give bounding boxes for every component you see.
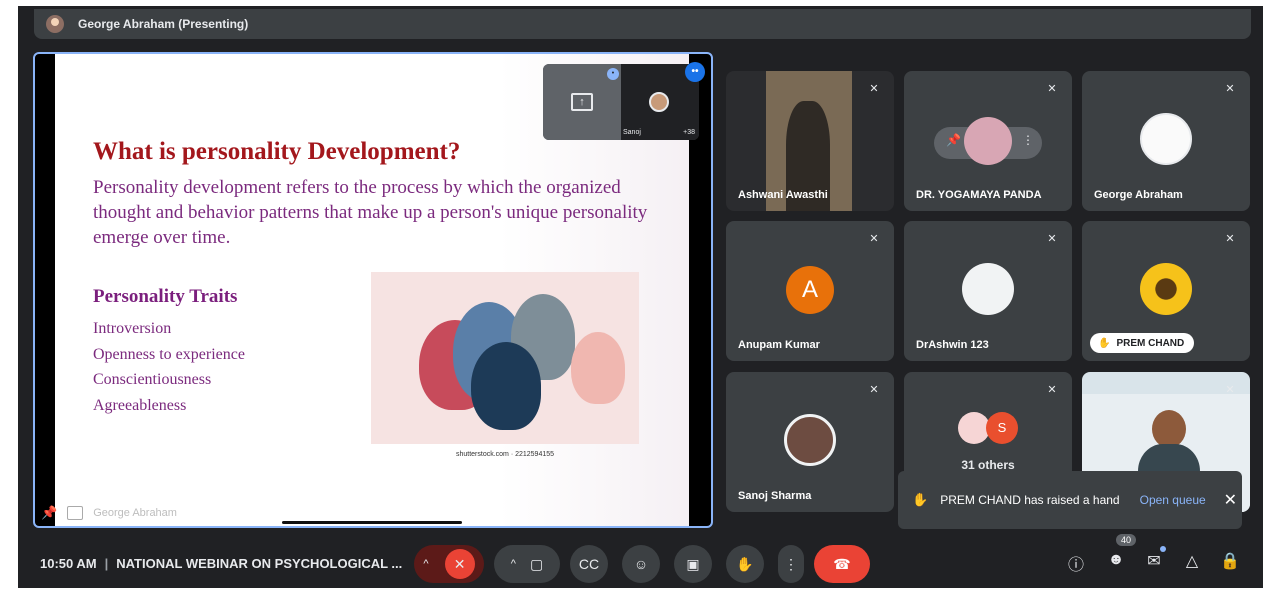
avatar: [964, 117, 1012, 165]
trait-item: Conscientiousness: [93, 371, 212, 388]
presenter-label: George Abraham (Presenting): [78, 17, 249, 31]
end-call-button[interactable]: ☎: [814, 545, 870, 583]
raise-hand-icon: ✋: [912, 492, 929, 507]
avatar: A: [786, 266, 834, 314]
mic-off-icon: ✕: [869, 233, 879, 245]
mic-off-icon: ✕: [1047, 384, 1057, 396]
chevron-up-icon[interactable]: ^: [511, 558, 516, 570]
pin-icon[interactable]: 📌: [946, 133, 961, 147]
clock: 10:50 AM: [40, 556, 97, 571]
toast-message: PREM CHAND has raised a hand: [940, 493, 1120, 507]
participant-name: DR. YOGAMAYA PANDA: [916, 189, 1042, 201]
presenter-bar[interactable]: George Abraham (Presenting): [34, 9, 1251, 39]
mic-off-icon: ✕: [869, 83, 879, 95]
mic-off-icon: ✕: [1225, 384, 1235, 396]
open-queue-link[interactable]: Open queue: [1140, 493, 1206, 507]
mic-off-icon: ✕: [1225, 83, 1235, 95]
slide-intro: Personality development refers to the pr…: [93, 177, 648, 248]
minimize-icon[interactable]: [67, 506, 84, 520]
avatar: [1140, 113, 1192, 165]
self-view-pip[interactable]: ↑ Sanoj +38 •: [543, 64, 699, 140]
participant-tile[interactable]: ✕ Ashwani Awasthi: [726, 71, 894, 211]
image-credit: shutterstock.com · 2212594155: [455, 451, 555, 458]
participant-name: DrAshwin 123: [916, 339, 989, 351]
self-name: Sanoj: [623, 129, 641, 136]
avatar: [1140, 263, 1192, 315]
people-icon[interactable]: ☻: [1104, 551, 1128, 569]
mic-off-icon: ✕: [1047, 83, 1057, 95]
avatar: [784, 414, 836, 466]
slide-title: What is personality Development?: [93, 138, 461, 165]
chevron-up-icon[interactable]: ^: [423, 558, 428, 570]
avatar: [649, 92, 669, 112]
bottom-toolbar: 10:50 AM | NATIONAL WEBINAR ON PSYCHOLOGIC…: [18, 534, 1263, 588]
captions-button[interactable]: CC: [570, 545, 608, 583]
audio-indicator-icon: •: [607, 68, 619, 80]
participant-tile[interactable]: ✕ Sanoj Sharma: [726, 372, 894, 512]
present-icon: ↑: [571, 93, 593, 111]
more-icon: ⋮: [784, 555, 798, 572]
participant-name: Sanoj Sharma: [738, 490, 812, 502]
traits-heading: Personality Traits: [93, 286, 238, 307]
traits-list: Introversion Openness to experience Cons…: [93, 316, 245, 418]
hand-raised-pill: ✋ PREM CHAND: [1090, 333, 1195, 353]
participant-tile[interactable]: 📌 ⋮ ✕ DR. YOGAMAYA PANDA: [904, 71, 1072, 211]
meet-window: George Abraham (Presenting) What is pers…: [18, 6, 1263, 588]
info-icon[interactable]: ⓘ: [1064, 551, 1088, 575]
pin-icon[interactable]: 📌: [41, 505, 57, 521]
notification-dot: [1160, 546, 1166, 552]
captions-icon: CC: [578, 556, 600, 572]
stage-owner: George Abraham: [93, 507, 177, 519]
more-icon[interactable]: ⋮: [1022, 133, 1034, 147]
participant-name: Anupam Kumar: [738, 339, 820, 351]
mic-control[interactable]: ^ ✕: [414, 545, 484, 583]
personality-illustration: shutterstock.com · 2212594155: [371, 272, 639, 458]
participant-count-badge: 40: [1116, 534, 1137, 546]
stage-label: 📌 George Abraham: [35, 500, 295, 526]
presentation-stage[interactable]: What is personality Development? Persona…: [33, 52, 713, 528]
emoji-button[interactable]: ☺: [622, 545, 660, 583]
raise-hand-button[interactable]: ✋: [726, 545, 764, 583]
trait-item: Agreeableness: [93, 396, 187, 414]
trait-item: Introversion: [93, 320, 172, 337]
avatar: [962, 263, 1014, 315]
meeting-info: 10:50 AM | NATIONAL WEBINAR ON PSYCHOLOGIC…: [40, 556, 403, 571]
mic-off-icon: ✕: [1225, 233, 1235, 245]
meeting-title: NATIONAL WEBINAR ON PSYCHOLOGICAL ...: [116, 556, 403, 571]
raise-hand-icon: ✋: [1098, 337, 1111, 349]
others-count: +38: [683, 129, 695, 136]
participant-name: George Abraham: [1094, 189, 1183, 201]
emoji-icon: ☺: [633, 556, 649, 572]
end-call-icon: ☎: [833, 555, 851, 572]
participant-name: Ashwani Awasthi: [738, 189, 828, 201]
trait-item: Openness to experience: [93, 345, 245, 363]
participant-name: PREM CHAND: [1116, 337, 1185, 349]
participant-tile[interactable]: A ✕ Anupam Kumar: [726, 221, 894, 361]
participant-tile[interactable]: ✕ George Abraham: [1082, 71, 1250, 211]
more-options-button[interactable]: ⋮: [778, 545, 804, 583]
mic-off-icon[interactable]: ✕: [444, 549, 475, 579]
close-icon[interactable]: ✕: [1224, 490, 1237, 510]
participant-tile[interactable]: ✕ ✋ PREM CHAND: [1082, 221, 1250, 361]
present-button[interactable]: ▣: [674, 545, 712, 583]
present-icon: ▣: [686, 555, 700, 572]
lock-icon[interactable]: 🔒: [1218, 551, 1242, 571]
speaking-indicator-icon: ••: [685, 62, 705, 82]
others-label: 31 others: [961, 458, 1015, 472]
mic-off-icon: ✕: [869, 384, 879, 396]
camera-control[interactable]: ^ ▢: [494, 545, 560, 583]
chat-icon[interactable]: ✉: [1142, 551, 1166, 571]
mic-off-icon: ✕: [1047, 233, 1057, 245]
presenter-avatar: [46, 15, 64, 33]
avatar: S: [986, 412, 1018, 444]
participant-tile[interactable]: ✕ DrAshwin 123: [904, 221, 1072, 361]
raise-hand-icon: ✋: [736, 555, 754, 572]
activities-icon[interactable]: △: [1180, 551, 1204, 571]
stage-scrollbar: [282, 521, 462, 524]
camera-icon[interactable]: ▢: [530, 556, 543, 573]
hand-raised-toast: ✋ PREM CHAND has raised a hand Open queu…: [898, 471, 1242, 529]
